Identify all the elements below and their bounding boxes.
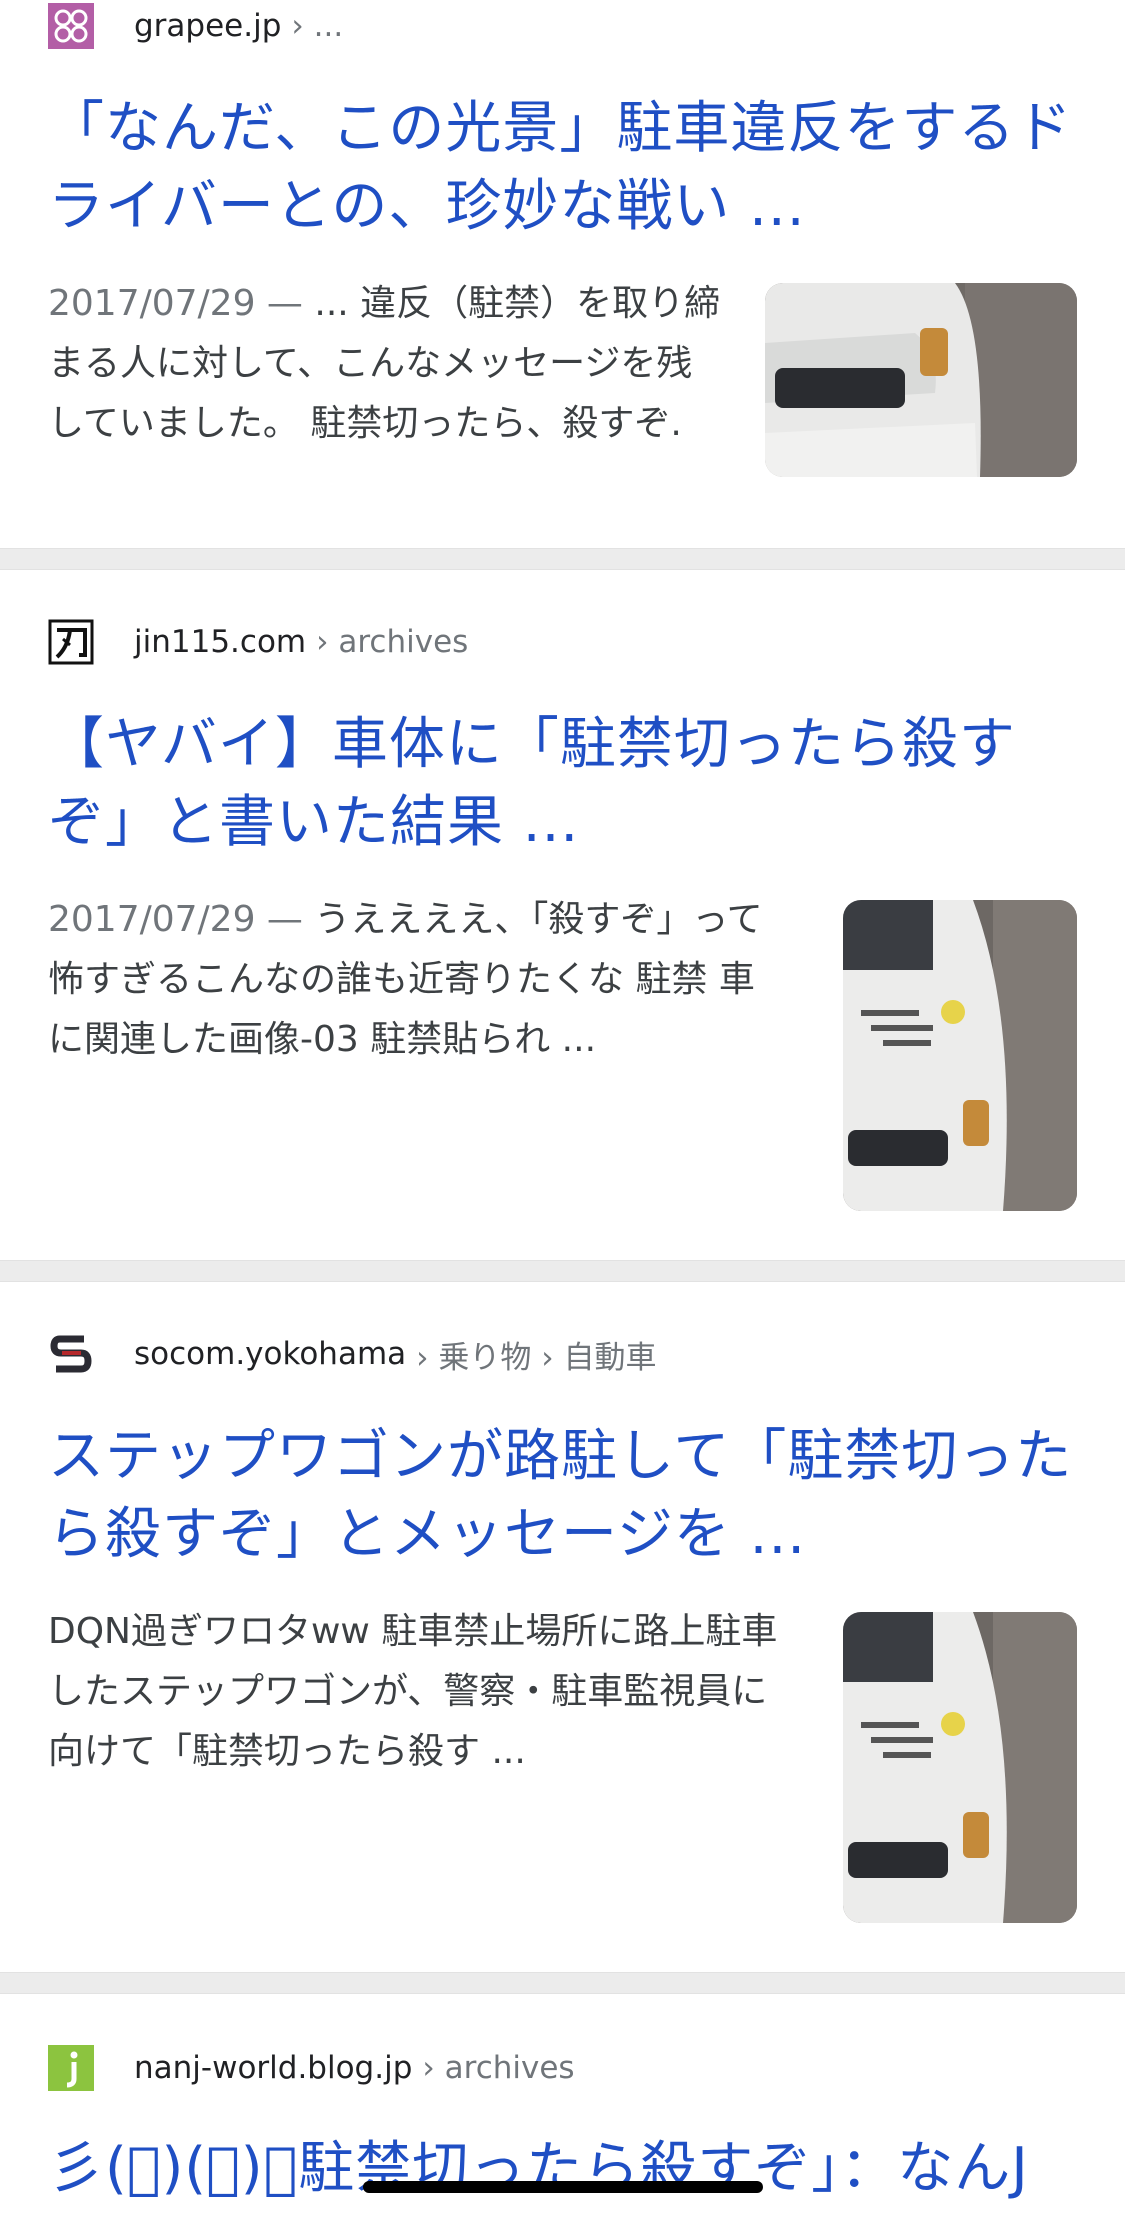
site-domain: socom.yokohama xyxy=(134,1336,407,1372)
result-title-link[interactable]: 【ヤバイ】車体に「駐禁切ったら殺すぞ」と書いた結果 ... xyxy=(48,706,1088,862)
site-path: › archives xyxy=(316,624,469,660)
site-path: › archives xyxy=(422,2050,575,2086)
s-logo-icon xyxy=(48,1331,94,1377)
home-indicator[interactable] xyxy=(363,2181,763,2193)
result-card-2[interactable]: jin115.com › archives 【ヤバイ】車体に「駐禁切ったら殺すぞ… xyxy=(0,570,1125,1260)
result-thumbnail[interactable] xyxy=(765,283,1077,477)
result-snippet: 2017/07/29 — ... 違反（駐禁）を取り締まる人に対して、こんなメッ… xyxy=(48,274,728,454)
result-separator xyxy=(0,1972,1125,1994)
flower-logo-icon xyxy=(48,3,94,49)
result-source[interactable]: jin115.com › archives xyxy=(48,618,468,666)
jin-logo-icon xyxy=(48,619,94,665)
result-source[interactable]: nanj-world.blog.jp › archives xyxy=(48,2044,575,2092)
result-thumbnail[interactable] xyxy=(843,900,1077,1211)
site-domain: jin115.com xyxy=(134,624,307,660)
result-card-3[interactable]: socom.yokohama › 乗り物 › 自動車 ステップワゴンが路駐して「… xyxy=(0,1282,1125,1972)
result-thumbnail[interactable] xyxy=(843,1612,1077,1923)
site-path: › 乗り物 › 自動車 xyxy=(416,1339,657,1376)
result-card-1[interactable]: grapee.jp › ... 「なんだ、この光景」駐車違反をするドライバーとの… xyxy=(0,0,1125,548)
result-title-link[interactable]: 彡(゚)(゚)「駐禁切ったら殺すぞ」：なんJ xyxy=(48,2130,1088,2208)
result-source[interactable]: grapee.jp › ... xyxy=(48,2,343,50)
result-snippet: 2017/07/29 — うええええ、「殺すぞ」って怖すぎるこんなの誰も近寄りた… xyxy=(48,890,788,1070)
result-separator xyxy=(0,1260,1125,1282)
result-title-link[interactable]: 「なんだ、この光景」駐車違反をするドライバーとの、珍妙な戦い ... xyxy=(48,90,1088,246)
site-domain: nanj-world.blog.jp xyxy=(134,2050,413,2086)
site-path: › ... xyxy=(291,8,344,44)
result-separator xyxy=(0,548,1125,570)
result-source[interactable]: socom.yokohama › 乗り物 › 自動車 xyxy=(48,1330,657,1378)
result-date: 2017/07/29 — xyxy=(48,283,303,324)
j-logo-icon xyxy=(48,2045,94,2091)
result-date: 2017/07/29 — xyxy=(48,899,303,940)
result-snippet: DQN過ぎワロタww 駐車禁止場所に路上駐車したステップワゴンが、警察・駐車監視… xyxy=(48,1602,788,1782)
site-domain: grapee.jp xyxy=(134,8,282,44)
snippet-text: DQN過ぎワロタww 駐車禁止場所に路上駐車したステップワゴンが、警察・駐車監視… xyxy=(48,1611,778,1772)
result-title-link[interactable]: ステップワゴンが路駐して「駐禁切ったら殺すぞ」とメッセージを ... xyxy=(48,1418,1088,1574)
